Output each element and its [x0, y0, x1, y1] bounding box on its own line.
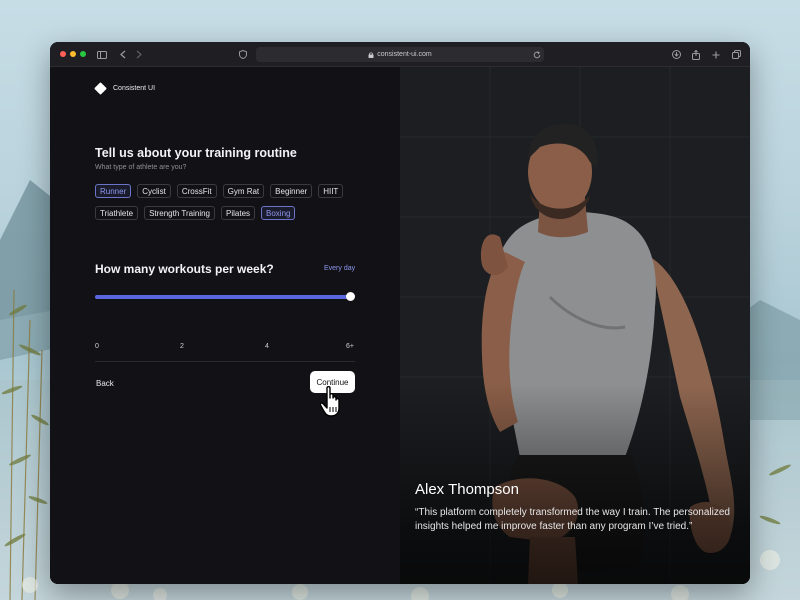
testimonial-panel: Alex Thompson “This platform completely … — [400, 67, 750, 584]
lock-icon — [368, 52, 374, 58]
chip-boxing[interactable]: Boxing — [261, 206, 296, 220]
download-icon[interactable] — [671, 47, 681, 62]
slider-fill — [95, 295, 350, 299]
tick-label: 6+ — [346, 343, 354, 350]
brand-name: Consistent UI — [113, 85, 156, 92]
browser-toolbar: consistent-ui.com — [50, 42, 750, 67]
chip-beginner[interactable]: Beginner — [270, 184, 313, 198]
chip-row: Runner Cyclist CrossFit Gym Rat Beginner… — [95, 184, 355, 198]
chip-gym-rat[interactable]: Gym Rat — [222, 184, 265, 198]
tabs-overview-icon[interactable] — [731, 47, 741, 62]
address-bar[interactable]: consistent-ui.com — [256, 47, 544, 62]
chip-triathlete[interactable]: Triathlete — [95, 206, 139, 220]
reload-icon[interactable] — [532, 47, 542, 62]
tick-label: 4 — [265, 343, 269, 350]
tick-label: 0 — [95, 343, 99, 350]
forward-arrow-icon[interactable] — [134, 47, 144, 62]
divider — [95, 361, 355, 362]
page-title: Tell us about your training routine — [95, 146, 297, 160]
sidebar-icon[interactable] — [96, 47, 108, 62]
chip-hiit[interactable]: HIIT — [318, 184, 344, 198]
workouts-value-label: Every day — [324, 265, 356, 272]
workouts-question: How many workouts per week? — [95, 262, 274, 276]
workouts-slider[interactable] — [95, 292, 355, 304]
back-button[interactable]: Back — [96, 379, 114, 388]
diamond-logo-icon — [94, 82, 107, 95]
back-arrow-icon[interactable] — [118, 47, 128, 62]
browser-window: consistent-ui.com Consistent UI Tell us … — [50, 42, 750, 584]
url-text: consistent-ui.com — [377, 51, 432, 58]
new-tab-icon[interactable] — [711, 47, 721, 62]
share-icon[interactable] — [691, 47, 701, 62]
chip-row: Triathlete Strength Training Pilates Box… — [95, 206, 355, 220]
close-window-button[interactable] — [60, 51, 66, 57]
minimize-window-button[interactable] — [70, 51, 76, 57]
brand[interactable]: Consistent UI — [94, 82, 156, 95]
athlete-type-chips: Runner Cyclist CrossFit Gym Rat Beginner… — [95, 184, 355, 228]
chip-runner[interactable]: Runner — [95, 184, 132, 198]
slider-thumb[interactable] — [346, 292, 355, 301]
chip-strength-training[interactable]: Strength Training — [144, 206, 215, 220]
chip-cyclist[interactable]: Cyclist — [137, 184, 171, 198]
onboarding-panel: Consistent UI Tell us about your trainin… — [50, 67, 400, 584]
chip-pilates[interactable]: Pilates — [221, 206, 256, 220]
hand-pointer-cursor-icon — [319, 386, 340, 417]
chip-crossfit[interactable]: CrossFit — [176, 184, 217, 198]
page-subtitle: What type of athlete are you? — [95, 164, 187, 171]
tick-label: 2 — [180, 343, 184, 350]
testimonial-quote: “This platform completely transformed th… — [415, 507, 730, 532]
zoom-window-button[interactable] — [80, 51, 86, 57]
testimonial-name: Alex Thompson — [415, 481, 519, 498]
shield-icon[interactable] — [238, 47, 248, 62]
